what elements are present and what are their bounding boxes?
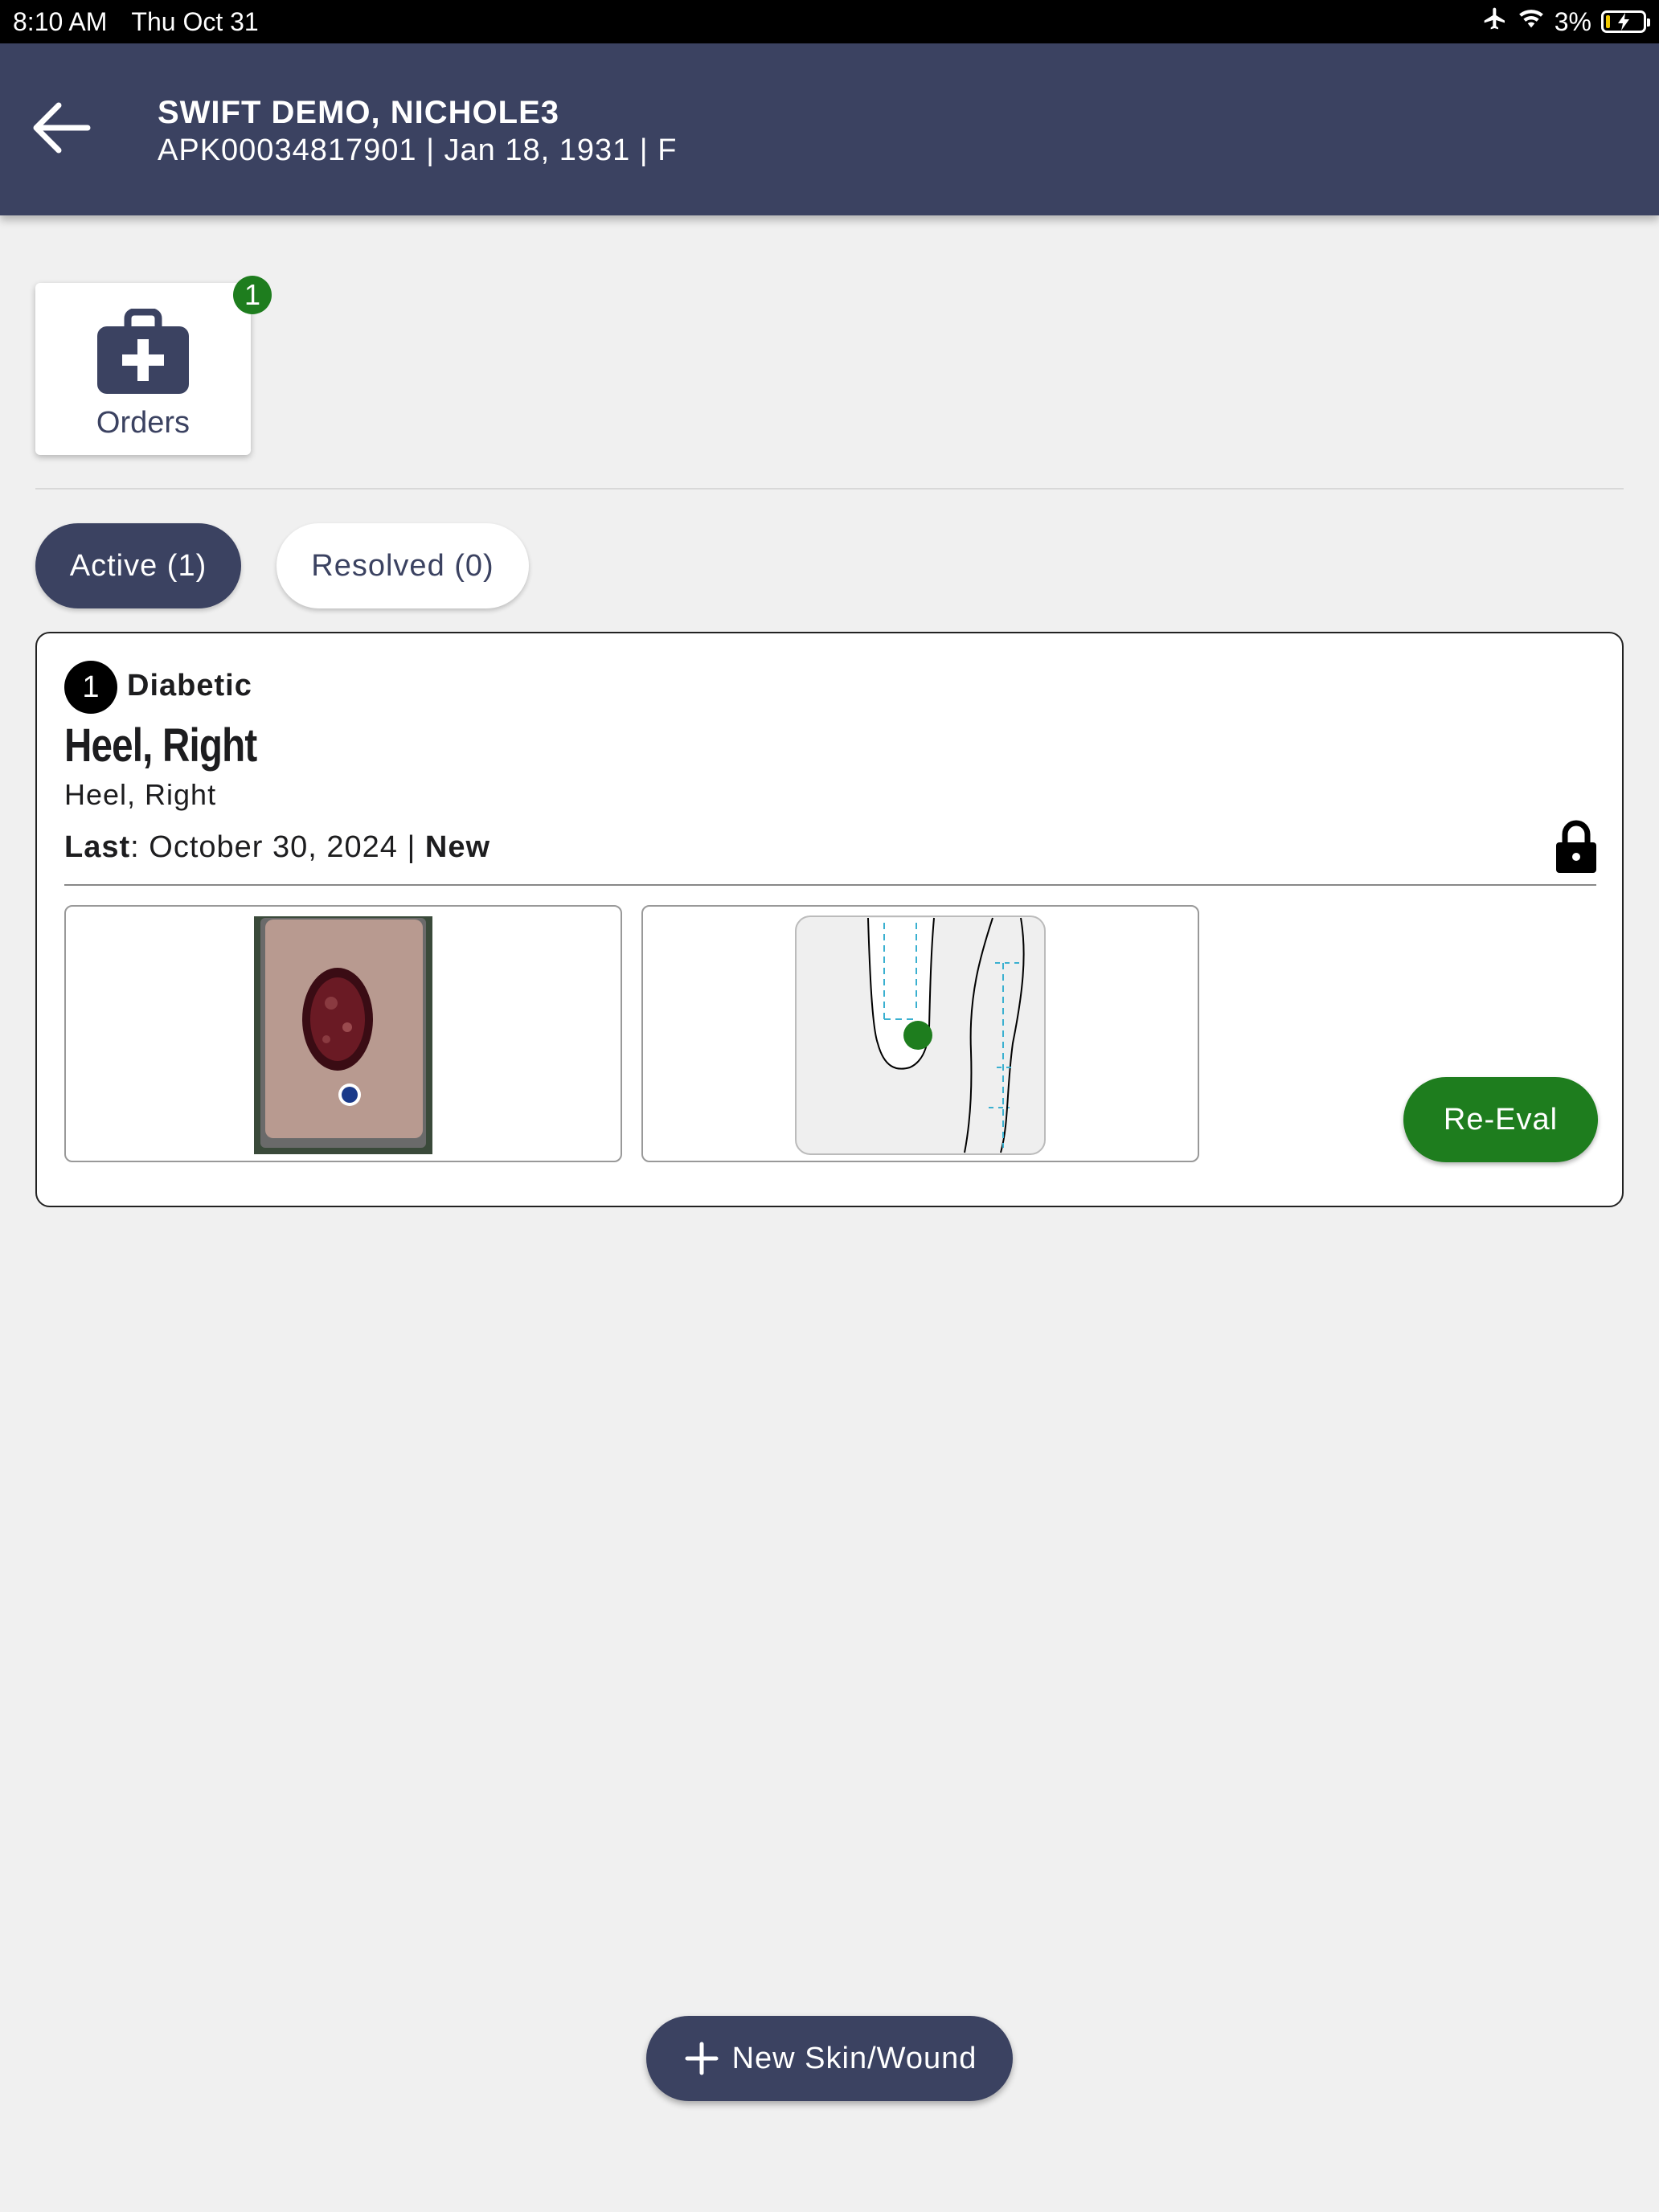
orders-button[interactable]: Orders (35, 283, 251, 455)
status-bar: 8:10 AM Thu Oct 31 3% (0, 0, 1659, 43)
card-divider (64, 884, 1596, 886)
tab-resolved[interactable]: Resolved (0) (276, 523, 529, 608)
patient-name: SWIFT DEMO, NICHOLE3 (158, 95, 559, 130)
body-diagram-image (795, 916, 1046, 1155)
wound-status: New (424, 830, 491, 864)
battery-percent: 3% (1554, 6, 1591, 36)
body-diagram-thumbnail[interactable] (641, 905, 1199, 1162)
lock-icon (1555, 820, 1598, 879)
status-date: Thu Oct 31 (131, 6, 259, 36)
re-eval-button[interactable]: Re-Eval (1403, 1077, 1598, 1162)
wound-type: Diabetic (127, 669, 252, 703)
wound-photo-image (254, 916, 432, 1154)
airplane-icon (1482, 6, 1508, 38)
wound-number-badge: 1 (64, 661, 117, 714)
battery-charging-icon (1601, 10, 1650, 33)
patient-meta: APK00034817901 | Jan 18, 1931 | F (158, 133, 678, 167)
status-time: 8:10 AM (13, 6, 108, 36)
wound-location-subtitle: Heel, Right (64, 778, 217, 811)
last-label: Last (64, 830, 131, 864)
new-skin-wound-label: New Skin/Wound (731, 2041, 977, 2075)
orders-label: Orders (96, 406, 190, 440)
status-indicators: 3% (1482, 6, 1650, 38)
new-skin-wound-button[interactable]: New Skin/Wound (646, 2016, 1013, 2101)
wound-location-title: Heel, Right (64, 719, 257, 772)
wifi-icon (1518, 6, 1545, 37)
wound-last-assessment: Last: October 30, 2024 | New (64, 830, 490, 865)
patient-header: SWIFT DEMO, NICHOLE3 APK00034817901 | Ja… (0, 43, 1659, 215)
tab-active[interactable]: Active (1) (35, 523, 241, 608)
wound-photo-thumbnail[interactable] (64, 905, 622, 1162)
back-arrow-icon (33, 102, 91, 154)
section-divider (35, 488, 1624, 490)
plus-icon (685, 2042, 719, 2075)
last-date: : October 30, 2024 | (130, 830, 425, 864)
wound-card[interactable]: 1 Diabetic Heel, Right Heel, Right Last:… (35, 632, 1624, 1207)
back-button[interactable] (26, 92, 98, 164)
orders-count-badge: 1 (233, 276, 272, 314)
medical-bag-icon (96, 308, 190, 399)
